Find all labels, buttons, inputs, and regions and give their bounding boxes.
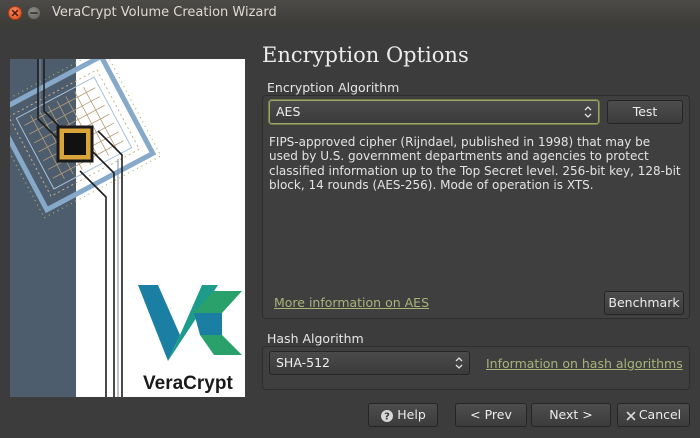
minimize-window-button[interactable] (27, 6, 41, 20)
wizard-body: VeraCrypt Encryption Options Encryption … (0, 26, 700, 438)
wizard-banner-image: VeraCrypt (10, 59, 245, 397)
svg-text:?: ? (384, 411, 390, 422)
close-window-button[interactable] (8, 6, 22, 20)
test-button[interactable]: Test (607, 100, 683, 124)
window-title: VeraCrypt Volume Creation Wizard (52, 5, 277, 20)
help-icon: ? (381, 409, 394, 422)
hash-algorithm-value: SHA-512 (276, 355, 330, 370)
veracrypt-logo-text: VeraCrypt (143, 373, 233, 394)
encryption-algorithm-select[interactable]: AES (269, 100, 599, 124)
cancel-button-label: Cancel (638, 407, 682, 422)
cancel-button[interactable]: Cancel (617, 403, 690, 427)
algorithm-description: FIPS-approved cipher (Rijndael, publishe… (269, 135, 681, 193)
prev-button[interactable]: < Prev (455, 403, 527, 427)
help-button[interactable]: ? Help (368, 403, 438, 427)
encryption-algorithm-group (262, 95, 690, 319)
select-arrows-icon (455, 357, 463, 369)
encryption-group-label: Encryption Algorithm (267, 80, 400, 95)
encryption-algorithm-value: AES (276, 104, 301, 119)
cancel-x-icon (626, 411, 636, 420)
next-button-label: Next > (549, 407, 593, 422)
title-bar: VeraCrypt Volume Creation Wizard (0, 0, 700, 27)
close-icon (11, 9, 19, 17)
page-title: Encryption Options (262, 43, 469, 67)
veracrypt-chip-artwork: VeraCrypt (10, 59, 245, 397)
wizard-window: VeraCrypt Volume Creation Wizard VeraCry… (0, 0, 700, 438)
benchmark-button-label: Benchmark (608, 295, 680, 310)
select-arrows-icon (584, 106, 592, 118)
more-info-aes-link[interactable]: More information on AES (274, 295, 429, 310)
hash-info-link[interactable]: Information on hash algorithms (486, 356, 683, 371)
minimize-icon (30, 12, 38, 14)
next-button[interactable]: Next > (531, 403, 611, 427)
help-button-label: Help (397, 407, 426, 422)
hash-algorithm-select[interactable]: SHA-512 (269, 351, 470, 375)
hash-group-label: Hash Algorithm (267, 331, 364, 346)
benchmark-button[interactable]: Benchmark (604, 291, 684, 315)
test-button-label: Test (632, 104, 658, 119)
prev-button-label: < Prev (470, 407, 512, 422)
